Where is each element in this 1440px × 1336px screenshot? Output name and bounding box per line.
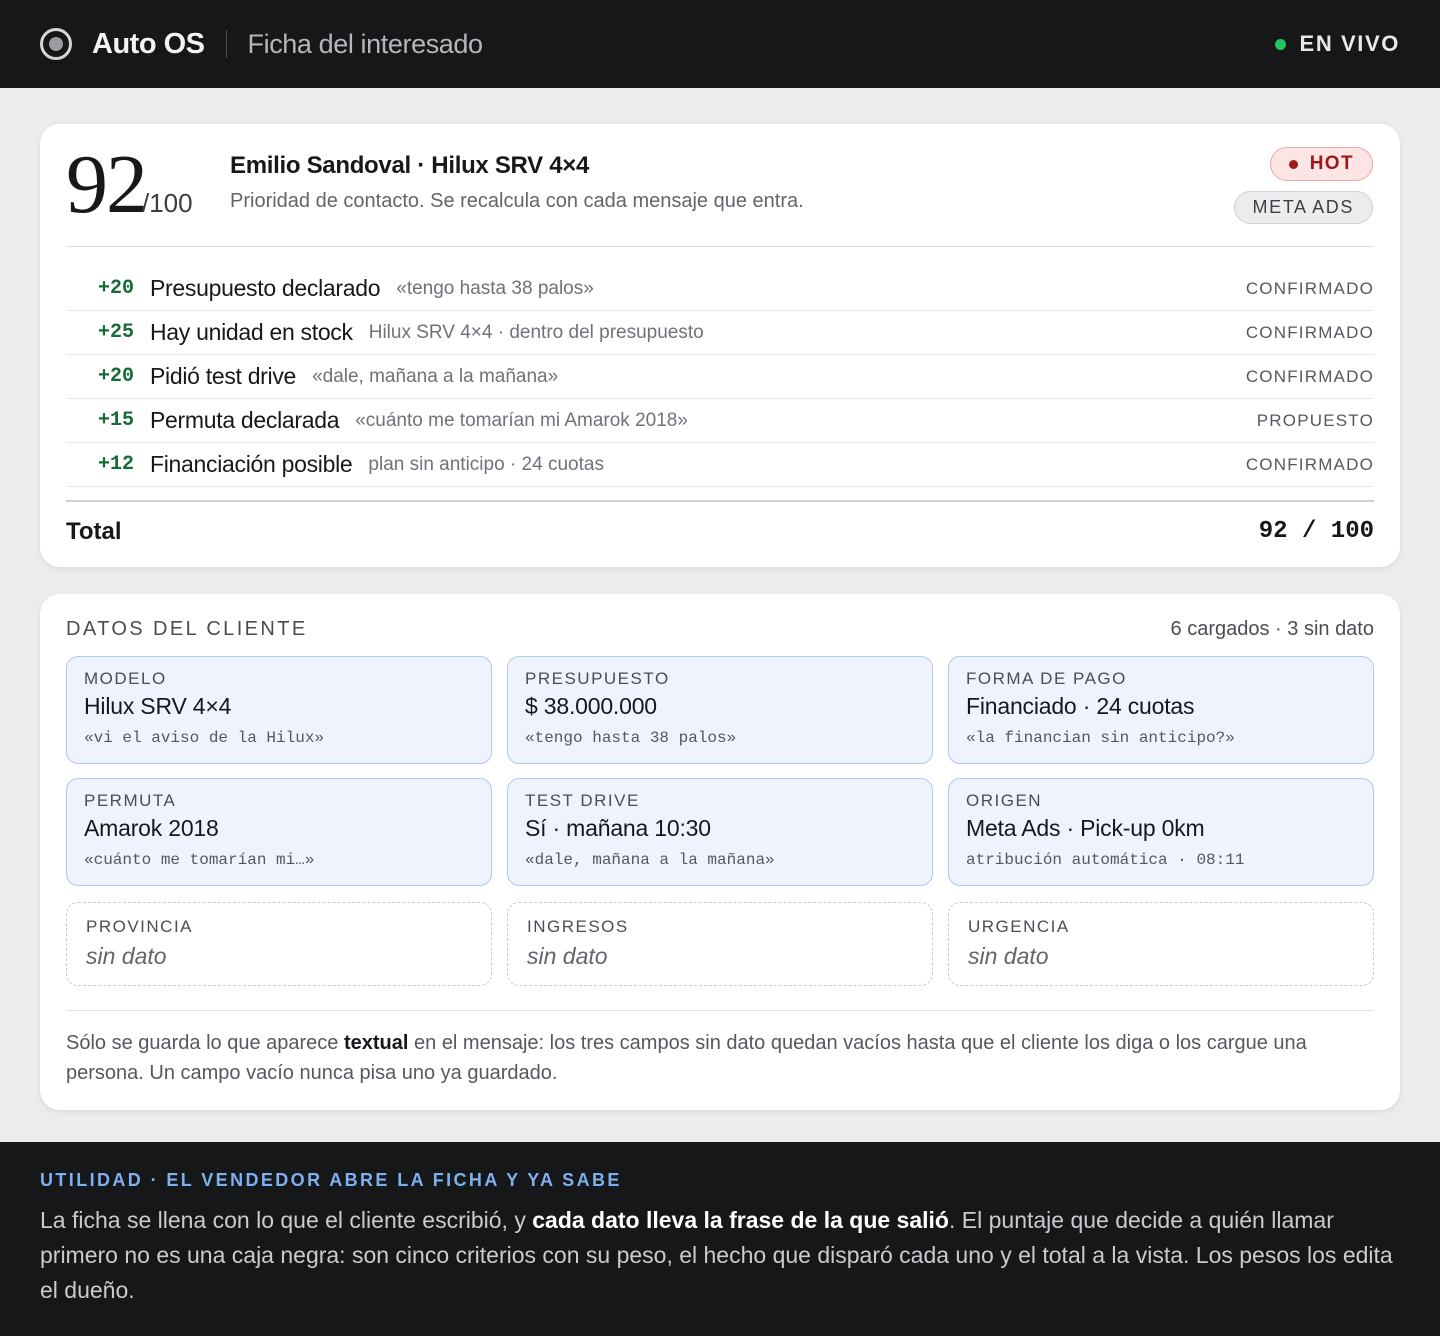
field-origen[interactable]: ORIGEN Meta Ads · Pick-up 0km atribución…: [948, 778, 1374, 886]
top-bar: Auto OS Ficha del interesado EN VIVO: [0, 0, 1440, 88]
live-label: EN VIVO: [1299, 31, 1400, 56]
criterion-evidence: «cuánto me tomarían mi Amarok 2018»: [355, 409, 688, 431]
field-modelo[interactable]: MODELO Hilux SRV 4×4 «vi el aviso de la …: [66, 656, 492, 764]
field-label: TEST DRIVE: [525, 791, 640, 810]
score-card: 92 /100 Emilio Sandoval · Hilux SRV 4×4 …: [40, 124, 1400, 567]
criterion-label: Financiación posible: [150, 451, 353, 477]
criterion-status: CONFIRMADO: [1245, 278, 1374, 298]
field-empty-value: sin dato: [86, 943, 167, 969]
field-permuta[interactable]: PERMUTA Amarok 2018 «cuánto me tomarían …: [66, 778, 492, 886]
field-label: MODELO: [84, 669, 167, 688]
note-emphasis: textual: [343, 1032, 409, 1054]
criterion-label: Hay unidad en stock: [150, 319, 353, 345]
score-denominator: /100: [142, 188, 193, 218]
criterion-points: +12: [97, 453, 134, 476]
footer-text: La ficha se llena con lo que el cliente …: [40, 1207, 533, 1233]
criterion-evidence: Hilux SRV 4×4 · dentro del presupuesto: [368, 321, 704, 343]
live-indicator: EN VIVO: [1274, 31, 1400, 57]
criterion-points: +20: [97, 277, 134, 300]
criterion-evidence: plan sin anticipo · 24 cuotas: [368, 453, 604, 475]
field-presupuesto[interactable]: PRESUPUESTO $ 38.000.000 «tengo hasta 38…: [507, 656, 933, 764]
field-quote: «cuánto me tomarían mi…»: [84, 851, 315, 869]
field-label: PRESUPUESTO: [525, 669, 670, 688]
criterion-status: CONFIRMADO: [1245, 366, 1374, 386]
criterion-row[interactable]: +12 Financiación posible plan sin antici…: [66, 443, 1374, 487]
total-value: 92 / 100: [1258, 518, 1374, 545]
utility-footer: UTILIDAD · EL VENDEDOR ABRE LA FICHA Y Y…: [0, 1142, 1440, 1336]
criterion-status: PROPUESTO: [1256, 410, 1374, 430]
fields-count: 6 cargados · 3 sin dato: [1170, 618, 1374, 640]
criteria-list: +20 Presupuesto declarado «tengo hasta 3…: [66, 267, 1374, 487]
criterion-label: Presupuesto declarado: [150, 275, 381, 301]
hot-badge[interactable]: HOT: [1269, 147, 1373, 181]
footer-body: La ficha se llena con lo que el cliente …: [40, 1203, 1400, 1308]
field-quote: «la financian sin anticipo?»: [966, 729, 1235, 747]
field-test-drive[interactable]: TEST DRIVE Sí · mañana 10:30 «dale, maña…: [507, 778, 933, 886]
field-label: URGENCIA: [968, 917, 1070, 936]
field-label: PROVINCIA: [86, 917, 194, 936]
record-icon: [40, 28, 72, 60]
criterion-label: Pidió test drive: [150, 363, 297, 389]
field-value: Hilux SRV 4×4: [84, 693, 232, 719]
storage-note: Sólo se guarda lo que aparece textual en…: [66, 1028, 1374, 1088]
header-divider: [225, 30, 227, 58]
field-empty-value: sin dato: [968, 943, 1049, 969]
footer-emphasis: cada dato lleva la frase de la que salió: [532, 1207, 949, 1233]
field-forma-de-pago[interactable]: FORMA DE PAGO Financiado · 24 cuotas «la…: [948, 656, 1374, 764]
field-quote: «tengo hasta 38 palos»: [525, 729, 737, 747]
total-divider: [66, 500, 1374, 502]
criterion-evidence: «dale, mañana a la mañana»: [312, 365, 559, 387]
criterion-points: +15: [97, 409, 134, 432]
criterion-points: +25: [97, 321, 134, 344]
footer-kicker: UTILIDAD · EL VENDEDOR ABRE LA FICHA Y Y…: [40, 1170, 622, 1190]
field-urgencia[interactable]: URGENCIA sin dato: [948, 902, 1374, 986]
field-empty-value: sin dato: [527, 943, 608, 969]
field-value: Meta Ads · Pick-up 0km: [966, 815, 1205, 841]
field-label: ORIGEN: [966, 791, 1043, 810]
criterion-row[interactable]: +20 Presupuesto declarado «tengo hasta 3…: [66, 267, 1374, 311]
field-quote: «vi el aviso de la Hilux»: [84, 729, 325, 747]
field-value: Financiado · 24 cuotas: [966, 693, 1195, 719]
criterion-status: CONFIRMADO: [1245, 454, 1374, 474]
client-data-card: DATOS DEL CLIENTE 6 cargados · 3 sin dat…: [40, 594, 1400, 1110]
hot-dot-icon: [1288, 159, 1298, 169]
criterion-status: CONFIRMADO: [1245, 322, 1374, 342]
source-badge[interactable]: META ADS: [1233, 191, 1373, 224]
field-value: Sí · mañana 10:30: [525, 815, 711, 841]
criterion-row[interactable]: +20 Pidió test drive «dale, mañana a la …: [66, 355, 1374, 399]
criterion-points: +20: [97, 365, 134, 388]
total-label: Total: [66, 518, 122, 545]
live-dot-icon: [1274, 38, 1286, 50]
hot-badge-label: HOT: [1309, 153, 1354, 174]
brand-name: Auto OS: [92, 27, 205, 60]
field-quote: «dale, mañana a la mañana»: [525, 851, 775, 869]
field-value: $ 38.000.000: [525, 693, 657, 719]
page-title: Ficha del interesado: [247, 28, 484, 59]
note-text: Sólo se guarda lo que aparece: [66, 1032, 344, 1054]
section-title: DATOS DEL CLIENTE: [66, 618, 308, 640]
field-label: PERMUTA: [84, 791, 177, 810]
criterion-evidence: «tengo hasta 38 palos»: [396, 277, 594, 299]
criterion-row[interactable]: +15 Permuta declarada «cuánto me tomaría…: [66, 399, 1374, 443]
field-provincia[interactable]: PROVINCIA sin dato: [66, 902, 492, 986]
field-ingresos[interactable]: INGRESOS sin dato: [507, 902, 933, 986]
field-label: FORMA DE PAGO: [966, 669, 1127, 688]
divider: [66, 1010, 1374, 1011]
lead-name: Emilio Sandoval · Hilux SRV 4×4: [230, 152, 590, 179]
score-description: Prioridad de contacto. Se recalcula con …: [230, 190, 804, 212]
field-quote: atribución automática · 08:11: [966, 851, 1245, 869]
score-value: 92: [66, 138, 148, 231]
criterion-label: Permuta declarada: [150, 407, 340, 433]
criterion-row[interactable]: +25 Hay unidad en stock Hilux SRV 4×4 · …: [66, 311, 1374, 355]
field-label: INGRESOS: [527, 917, 629, 936]
field-value: Amarok 2018: [84, 815, 219, 841]
divider: [66, 246, 1374, 247]
